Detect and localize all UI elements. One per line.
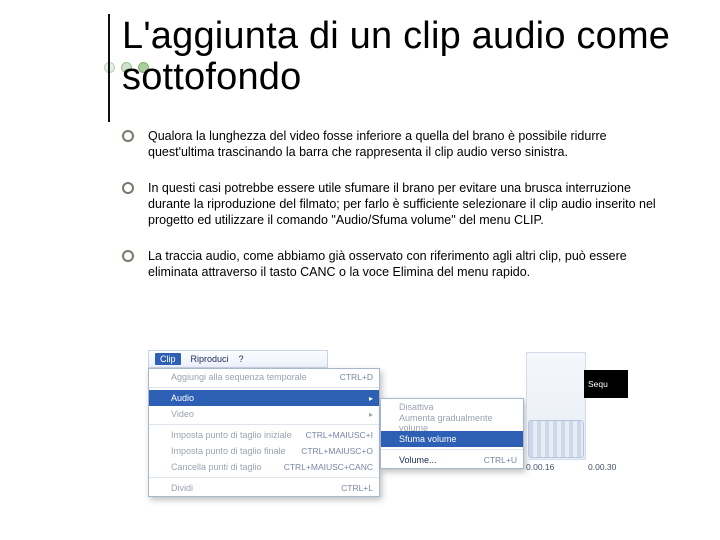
bullet-icon (122, 130, 134, 142)
bullet-icon (122, 182, 134, 194)
timeline-timestamp: 0.00.16 (526, 462, 554, 472)
menu-item-dividi[interactable]: Dividi CTRL+L (149, 480, 379, 496)
title-divider (108, 14, 110, 122)
menu-separator (149, 477, 379, 478)
menu-separator (149, 424, 379, 425)
audio-submenu[interactable]: Disattiva Aumenta gradualmente volume Sf… (380, 398, 524, 469)
menu-item-label: Audio (171, 393, 194, 403)
bullet-text: In questi casi potrebbe essere utile sfu… (148, 180, 662, 228)
menu-item-label: Volume... (399, 455, 437, 465)
slide-body: Qualora la lunghezza del video fosse inf… (122, 128, 662, 300)
menu-item-label: Video (171, 409, 194, 419)
bullet-item: In questi casi potrebbe essere utile sfu… (122, 180, 662, 228)
timeline-timestamp: 0.00.30 (588, 462, 616, 472)
menu-item-shortcut: CTRL+U (484, 455, 517, 465)
submenu-item-sfuma[interactable]: Sfuma volume (381, 431, 523, 447)
menu-item-audio[interactable]: Audio ▸ (149, 390, 379, 406)
menu-item-shortcut: CTRL+MAIUSC+CANC (284, 462, 373, 472)
menu-item-label: Aumenta gradualmente volume (399, 413, 517, 433)
menu-item-label: Sfuma volume (399, 434, 457, 444)
bullet-text: Qualora la lunghezza del video fosse inf… (148, 128, 662, 160)
menu-item-aggiungi[interactable]: Aggiungi alla sequenza temporale CTRL+D (149, 369, 379, 385)
sequence-panel: Sequ (584, 370, 628, 398)
bullet-icon (122, 250, 134, 262)
bullet-text: La traccia audio, come abbiamo già osser… (148, 248, 662, 280)
menu-item-label: Cancella punti di taglio (171, 462, 262, 472)
menu-item-shortcut: CTRL+MAIUSC+O (301, 446, 373, 456)
menu-item-taglio-iniziale[interactable]: Imposta punto di taglio iniziale CTRL+MA… (149, 427, 379, 443)
menu-item-shortcut: CTRL+D (340, 372, 373, 382)
chevron-right-icon: ▸ (369, 394, 373, 403)
menu-item-shortcut: CTRL+MAIUSC+I (305, 430, 373, 440)
menu-riproduci[interactable]: Riproduci (191, 354, 229, 364)
slide-title: L'aggiunta di un clip audio come sottofo… (122, 16, 682, 98)
menu-item-label: Imposta punto di taglio iniziale (171, 430, 292, 440)
chevron-right-icon: ▸ (369, 410, 373, 419)
menu-item-taglio-finale[interactable]: Imposta punto di taglio finale CTRL+MAIU… (149, 443, 379, 459)
menu-item-cancella-punti[interactable]: Cancella punti di taglio CTRL+MAIUSC+CAN… (149, 459, 379, 475)
menu-clip[interactable]: Clip (155, 353, 181, 365)
submenu-item-volume[interactable]: Volume... CTRL+U (381, 452, 523, 468)
menu-item-video[interactable]: Video ▸ (149, 406, 379, 422)
embedded-screenshot: Clip Riproduci ? Aggiungi alla sequenza … (148, 350, 588, 500)
menu-separator (381, 449, 523, 450)
clip-dropdown[interactable]: Aggiungi alla sequenza temporale CTRL+D … (148, 368, 380, 497)
menu-item-label: Aggiungi alla sequenza temporale (171, 372, 307, 382)
submenu-item-aumenta[interactable]: Aumenta gradualmente volume (381, 415, 523, 431)
bullet-item: Qualora la lunghezza del video fosse inf… (122, 128, 662, 160)
menu-help[interactable]: ? (239, 354, 244, 364)
menu-separator (149, 387, 379, 388)
menu-item-shortcut: CTRL+L (341, 483, 373, 493)
menubar[interactable]: Clip Riproduci ? (148, 350, 328, 368)
menu-item-label: Imposta punto di taglio finale (171, 446, 286, 456)
film-thumbnail-icon (528, 420, 584, 458)
menu-item-label: Disattiva (399, 402, 434, 412)
menu-item-label: Dividi (171, 483, 193, 493)
bullet-item: La traccia audio, come abbiamo già osser… (122, 248, 662, 280)
sequence-label: Sequ (588, 379, 608, 389)
